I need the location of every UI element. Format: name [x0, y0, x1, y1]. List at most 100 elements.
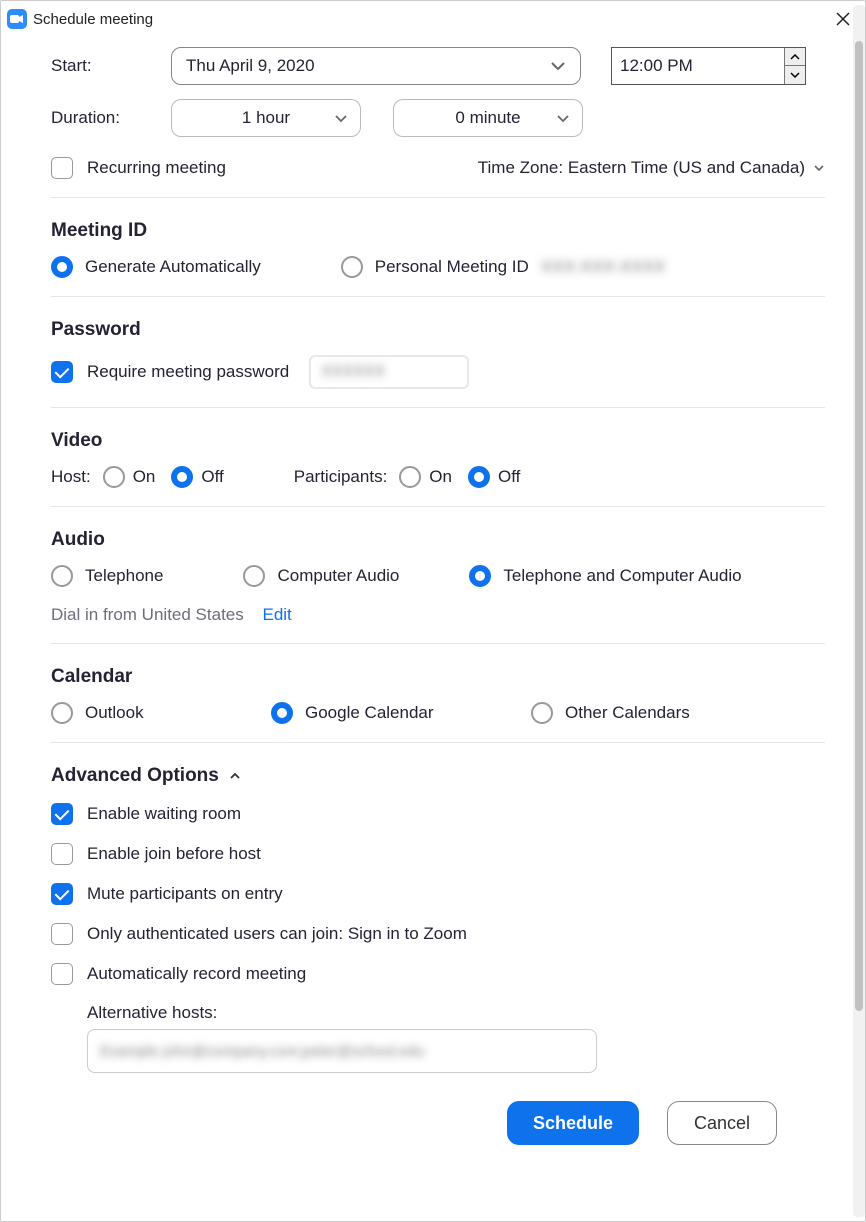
video-heading: Video — [51, 430, 825, 452]
schedule-button[interactable]: Schedule — [507, 1101, 639, 1145]
calendar-outlook-radio[interactable] — [51, 702, 73, 724]
chevron-down-icon — [334, 114, 348, 123]
duration-hours-select[interactable]: 1 hour — [171, 99, 361, 137]
participants-on-label: On — [429, 467, 452, 487]
audio-telephone-radio[interactable] — [51, 565, 73, 587]
recurring-label: Recurring meeting — [87, 158, 226, 178]
meeting-id-personal-radio[interactable] — [341, 256, 363, 278]
auth-users-only-checkbox[interactable] — [51, 923, 73, 945]
timezone-text: Time Zone: Eastern Time (US and Canada) — [478, 158, 805, 178]
close-button[interactable] — [831, 7, 855, 31]
schedule-meeting-window: Schedule meeting Start: Thu April 9, 202… — [0, 0, 866, 1222]
host-on-label: On — [133, 467, 156, 487]
divider — [51, 742, 825, 743]
require-password-label: Require meeting password — [87, 362, 289, 382]
join-before-host-checkbox[interactable] — [51, 843, 73, 865]
meeting-id-row: Generate Automatically Personal Meeting … — [51, 256, 825, 278]
calendar-google-radio[interactable] — [271, 702, 293, 724]
cancel-button[interactable]: Cancel — [667, 1101, 777, 1145]
start-date-value: Thu April 9, 2020 — [186, 56, 315, 76]
calendar-outlook-label: Outlook — [85, 703, 144, 723]
duration-hours-value: 1 hour — [242, 108, 290, 128]
participants-on-radio[interactable] — [399, 466, 421, 488]
dial-in-edit-link[interactable]: Edit — [262, 605, 291, 624]
auto-record-checkbox[interactable] — [51, 963, 73, 985]
time-spin-down[interactable] — [785, 66, 805, 84]
scrollbar[interactable] — [853, 5, 865, 1217]
start-row: Start: Thu April 9, 2020 12:00 PM — [51, 47, 825, 85]
mute-on-entry-checkbox[interactable] — [51, 883, 73, 905]
recurring-checkbox[interactable] — [51, 157, 73, 179]
duration-minutes-select[interactable]: 0 minute — [393, 99, 583, 137]
calendar-heading: Calendar — [51, 666, 825, 688]
divider — [51, 643, 825, 644]
video-row: Host: On Off Participants: On Off — [51, 466, 825, 488]
waiting-room-checkbox[interactable] — [51, 803, 73, 825]
scrollbar-thumb[interactable] — [855, 41, 863, 1011]
participants-off-label: Off — [498, 467, 520, 487]
audio-row: Telephone Computer Audio Telephone and C… — [51, 565, 825, 587]
alternative-hosts-label: Alternative hosts: — [87, 1003, 825, 1023]
duration-minutes-value: 0 minute — [455, 108, 520, 128]
start-time-field[interactable]: 12:00 PM — [611, 47, 806, 85]
host-on-radio[interactable] — [103, 466, 125, 488]
time-spin-up[interactable] — [785, 48, 805, 66]
meeting-id-auto-label: Generate Automatically — [85, 257, 261, 277]
auth-users-only-label: Only authenticated users can join: Sign … — [87, 924, 467, 944]
waiting-room-label: Enable waiting room — [87, 804, 241, 824]
chevron-down-icon — [813, 164, 825, 172]
auto-record-label: Automatically record meeting — [87, 964, 306, 984]
mute-on-entry-label: Mute participants on entry — [87, 884, 283, 904]
recurring-row: Recurring meeting Time Zone: Eastern Tim… — [51, 157, 825, 179]
titlebar: Schedule meeting — [1, 1, 865, 31]
meeting-id-heading: Meeting ID — [51, 220, 825, 242]
chevron-down-icon — [550, 61, 566, 71]
divider — [51, 197, 825, 198]
host-label: Host: — [51, 467, 91, 487]
meeting-id-personal-label: Personal Meeting ID — [375, 257, 529, 277]
start-label: Start: — [51, 56, 171, 76]
calendar-other-radio[interactable] — [531, 702, 553, 724]
participants-label: Participants: — [294, 467, 388, 487]
require-password-checkbox[interactable] — [51, 361, 73, 383]
dial-in-text: Dial in from United States — [51, 605, 244, 624]
alternative-hosts-placeholder: Example john@company.com;peter@school.ed… — [100, 1043, 425, 1060]
start-time-value: 12:00 PM — [620, 56, 784, 76]
divider — [51, 506, 825, 507]
audio-both-label: Telephone and Computer Audio — [503, 566, 741, 586]
audio-heading: Audio — [51, 529, 825, 551]
chevron-down-icon — [556, 114, 570, 123]
advanced-options: Enable waiting room Enable join before h… — [51, 803, 825, 1073]
advanced-options-toggle[interactable]: Advanced Options — [51, 765, 825, 787]
password-field[interactable]: XXXXXX — [309, 355, 469, 389]
personal-meeting-id-value: XXX-XXX-XXXX — [541, 257, 666, 277]
calendar-google-label: Google Calendar — [305, 703, 434, 723]
start-date-select[interactable]: Thu April 9, 2020 — [171, 47, 581, 85]
duration-row: Duration: 1 hour 0 minute — [51, 99, 825, 137]
footer: Schedule Cancel — [51, 1073, 825, 1145]
join-before-host-label: Enable join before host — [87, 844, 261, 864]
alternative-hosts-section: Alternative hosts: Example john@company.… — [87, 1003, 825, 1073]
audio-telephone-label: Telephone — [85, 566, 163, 586]
calendar-row: Outlook Google Calendar Other Calendars — [51, 702, 825, 724]
host-off-label: Off — [201, 467, 223, 487]
password-heading: Password — [51, 319, 825, 341]
meeting-id-auto-radio[interactable] — [51, 256, 73, 278]
alternative-hosts-input[interactable]: Example john@company.com;peter@school.ed… — [87, 1029, 597, 1073]
password-value: XXXXXX — [321, 363, 385, 381]
audio-computer-radio[interactable] — [243, 565, 265, 587]
chevron-up-icon — [229, 772, 241, 780]
password-row: Require meeting password XXXXXX — [51, 355, 825, 389]
calendar-other-label: Other Calendars — [565, 703, 690, 723]
duration-label: Duration: — [51, 108, 171, 128]
host-off-radio[interactable] — [171, 466, 193, 488]
audio-both-radio[interactable] — [469, 565, 491, 587]
audio-computer-label: Computer Audio — [277, 566, 399, 586]
dial-in-row: Dial in from United States Edit — [51, 605, 825, 625]
timezone-select[interactable]: Time Zone: Eastern Time (US and Canada) — [478, 158, 825, 178]
participants-off-radio[interactable] — [468, 466, 490, 488]
zoom-icon — [7, 9, 27, 29]
divider — [51, 407, 825, 408]
window-title: Schedule meeting — [33, 11, 153, 28]
advanced-options-label: Advanced Options — [51, 765, 219, 787]
